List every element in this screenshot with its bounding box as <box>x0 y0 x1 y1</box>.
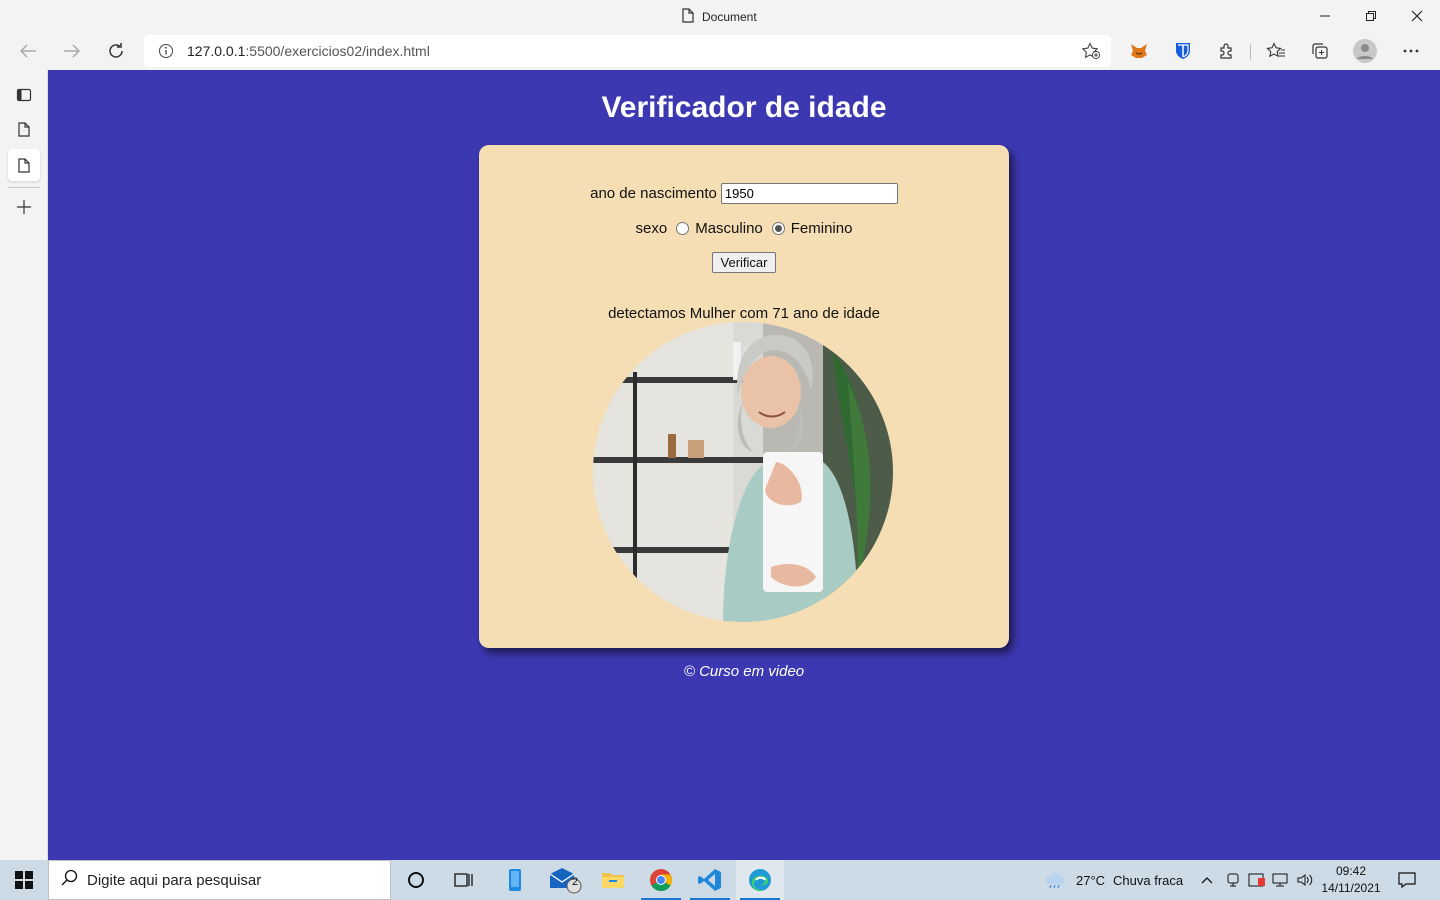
result-photo <box>593 322 893 622</box>
footer-credit: © Curso em video <box>683 663 805 680</box>
network-icon[interactable] <box>1272 860 1290 900</box>
weather-temperature: 27°C <box>1076 872 1106 888</box>
favorites-icon[interactable] <box>1264 39 1288 63</box>
browser-toolbar: 127.0.0.1:5500/exercicios02/index.html <box>0 32 1440 70</box>
page-title: Verificador de idade <box>601 91 887 124</box>
birth-year-label: ano de nascimento <box>590 185 717 202</box>
address-bar[interactable]: 127.0.0.1:5500/exercicios02/index.html <box>144 35 1111 67</box>
birth-year-row: ano de nascimento <box>479 183 1009 204</box>
document-icon <box>682 8 694 26</box>
weather-widget[interactable]: 27°C Chuva fraca <box>1044 860 1183 900</box>
favorite-add-icon[interactable] <box>1081 42 1101 65</box>
sex-label: sexo <box>635 220 668 237</box>
radio-feminino[interactable] <box>771 222 785 235</box>
windows-start-icon[interactable] <box>0 860 48 900</box>
taskbar-search[interactable]: Digite aqui para pesquisar <box>48 860 391 900</box>
back-icon[interactable] <box>12 36 44 66</box>
info-icon[interactable] <box>158 43 174 59</box>
search-icon <box>61 869 79 891</box>
notification-app-icon[interactable] <box>1248 860 1266 900</box>
refresh-icon[interactable] <box>100 36 132 66</box>
vertical-tabs-sidebar <box>0 70 48 860</box>
clock-date: 14/11/2021 <box>1321 881 1381 895</box>
tab-page-icon[interactable] <box>8 149 40 181</box>
file-explorer-icon[interactable] <box>589 860 637 900</box>
form-card: ano de nascimento sexo Masculino Feminin… <box>479 145 1009 648</box>
tab-actions-icon[interactable] <box>8 79 40 111</box>
search-placeholder: Digite aqui para pesquisar <box>87 871 262 889</box>
radio-feminino-label[interactable]: Feminino <box>791 220 853 237</box>
chevron-up-icon[interactable] <box>1200 860 1214 900</box>
mail-badge: 2 <box>572 876 579 888</box>
title-bar: Document <box>0 0 1440 32</box>
mail-icon[interactable]: 2 <box>541 860 589 900</box>
new-tab-icon[interactable] <box>8 191 40 223</box>
chrome-icon[interactable] <box>637 860 685 900</box>
close-icon[interactable] <box>1394 0 1440 32</box>
more-icon[interactable] <box>1399 39 1423 63</box>
bitwarden-icon[interactable] <box>1171 39 1195 63</box>
cortana-icon[interactable] <box>392 860 440 900</box>
phone-app-icon[interactable] <box>491 860 539 900</box>
restore-icon[interactable] <box>1348 0 1394 32</box>
verify-row: Verificar <box>479 252 1009 273</box>
weather-condition: Chuva fraca <box>1113 872 1184 888</box>
collections-icon[interactable] <box>1308 39 1332 63</box>
url-host: 127.0.0.1 <box>187 43 246 59</box>
profile-icon[interactable] <box>1353 39 1377 63</box>
birth-year-input[interactable] <box>720 183 898 204</box>
address-url[interactable]: 127.0.0.1:5500/exercicios02/index.html <box>187 43 430 59</box>
window-title-text: Document <box>702 10 757 24</box>
tab-page-icon[interactable] <box>8 113 40 145</box>
edge-icon[interactable] <box>736 860 784 900</box>
taskbar: Digite aqui para pesquisar 2 27°C Chuva … <box>0 860 1440 900</box>
meet-now-icon[interactable] <box>1226 860 1240 900</box>
extensions-icon[interactable] <box>1215 39 1239 63</box>
system-clock[interactable]: 09:42 14/11/2021 <box>1318 863 1384 897</box>
notifications-icon[interactable] <box>1398 860 1416 900</box>
radio-masculino[interactable] <box>676 222 690 235</box>
page-viewport: Verificador de idade ano de nascimento s… <box>48 70 1440 860</box>
weather-icon <box>1044 870 1068 891</box>
metamask-icon[interactable] <box>1127 39 1151 63</box>
result-text: detectamos Mulher com 71 ano de idade <box>608 305 880 322</box>
volume-icon[interactable] <box>1296 860 1314 900</box>
task-view-icon[interactable] <box>440 860 488 900</box>
vscode-icon[interactable] <box>686 860 734 900</box>
sex-row: sexo Masculino Feminino <box>479 220 1009 237</box>
minimize-icon[interactable] <box>1302 0 1348 32</box>
url-path: :5500/exercicios02/index.html <box>245 43 430 59</box>
window-title: Document <box>682 8 757 26</box>
clock-time: 09:42 <box>1335 864 1367 878</box>
radio-masculino-label[interactable]: Masculino <box>695 220 763 237</box>
forward-icon[interactable] <box>56 36 88 66</box>
verify-button[interactable]: Verificar <box>712 252 776 273</box>
